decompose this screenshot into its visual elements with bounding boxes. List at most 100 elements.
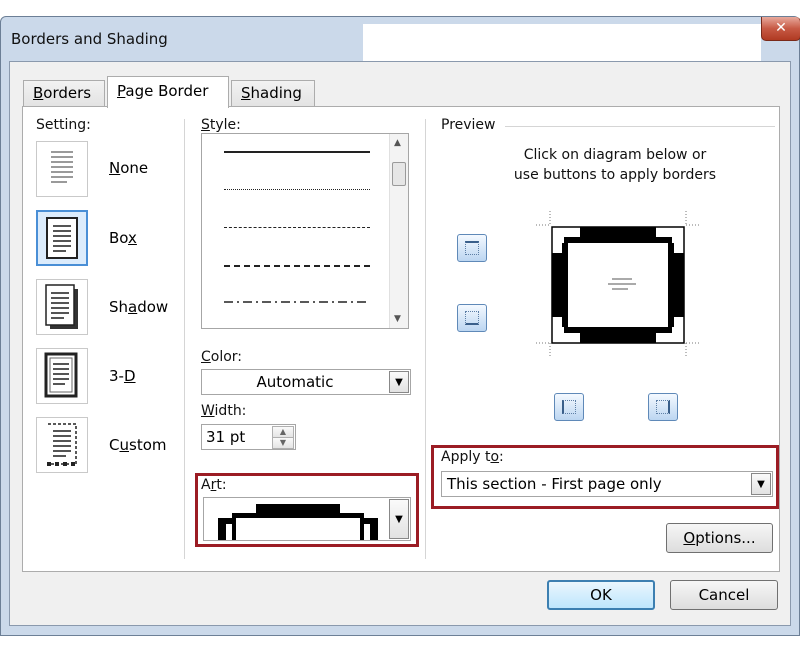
style-solid-line[interactable] — [224, 151, 370, 153]
setting-3d-label-pre: 3- — [109, 367, 124, 385]
page-custom-icon — [47, 423, 77, 466]
art-dropdown[interactable]: ▼ — [203, 497, 411, 541]
style-dash-line[interactable] — [224, 265, 370, 267]
right-border-icon — [656, 400, 670, 414]
setting-custom[interactable]: Custom — [109, 436, 167, 454]
setting-custom-label-pre: C — [109, 436, 120, 454]
preview-diagram[interactable] — [528, 207, 708, 367]
preview-label: Preview — [441, 117, 496, 133]
style-dotted-line[interactable] — [224, 189, 370, 190]
art-label-pre: A — [201, 477, 211, 493]
style-label-accesskey: S — [201, 117, 210, 133]
tab-borders-accesskey: B — [33, 84, 44, 102]
tab-page-border[interactable]: Page Border — [107, 76, 229, 108]
setting-shadow[interactable]: Shadow — [109, 298, 168, 316]
color-label-text: olor: — [210, 349, 243, 365]
apply-to-label: Apply to: — [441, 449, 504, 465]
borders-and-shading-dialog: Borders and Shading ✕ Borders Page Borde… — [0, 16, 800, 636]
setting-custom-icon[interactable] — [36, 417, 88, 473]
setting-box-accesskey: x — [128, 229, 137, 247]
style-label: Style: — [201, 117, 241, 133]
color-dropdown-arrow-icon[interactable]: ▼ — [389, 371, 409, 393]
setting-none[interactable]: None — [109, 159, 148, 177]
setting-box-label-pre: Bo — [109, 229, 129, 247]
dialog-title: Borders and Shading — [11, 30, 168, 48]
ok-button[interactable]: OK — [547, 580, 655, 610]
apply-to-label-post: : — [499, 449, 504, 465]
color-label: Color: — [201, 349, 242, 365]
color-value: Automatic — [256, 373, 334, 391]
tab-borders-label: orders — [43, 84, 92, 102]
setting-shadow-label-pre: Sh — [109, 298, 129, 316]
setting-3d-accesskey: D — [123, 367, 136, 385]
setting-3d-icon[interactable] — [36, 348, 88, 404]
apply-to-accesskey: o — [490, 449, 500, 465]
left-border-button[interactable] — [554, 393, 584, 421]
setting-shadow-icon[interactable] — [36, 279, 88, 335]
preview-divider — [425, 119, 426, 559]
tab-borders[interactable]: Borders — [23, 80, 105, 106]
top-border-icon — [465, 241, 479, 255]
apply-to-value: This section - First page only — [447, 475, 662, 493]
width-label-text: idth: — [214, 403, 247, 419]
page-3d-icon — [44, 352, 78, 398]
tab-shading[interactable]: Shading — [231, 80, 315, 106]
style-scrollbar[interactable]: ▲ ▼ — [389, 134, 408, 328]
setting-divider — [184, 119, 185, 559]
preview-instruction-line2: use buttons to apply borders — [513, 167, 717, 183]
tab-shading-label: hading — [250, 84, 302, 102]
preview-instruction-line1: Click on diagram below or — [523, 147, 707, 163]
style-small-dash-line[interactable] — [224, 227, 370, 228]
bottom-border-button[interactable] — [457, 304, 487, 332]
setting-none-accesskey: N — [109, 159, 121, 177]
style-dash-dot-line[interactable] — [224, 300, 374, 304]
art-label: Art: — [201, 477, 227, 493]
setting-shadow-label-post: dow — [137, 298, 169, 316]
cancel-button[interactable]: Cancel — [670, 580, 778, 610]
options-button[interactable]: Options... — [666, 523, 773, 553]
art-border-preview-icon — [218, 504, 378, 540]
setting-box-icon[interactable] — [36, 210, 88, 266]
title-bar: Borders and Shading ✕ — [1, 17, 800, 77]
style-listbox[interactable]: ▲ ▼ — [201, 133, 409, 329]
top-border-button[interactable] — [457, 234, 487, 262]
setting-none-icon[interactable] — [36, 141, 88, 197]
page-border-panel: Setting: None Box Shadow 3-D Custom Styl… — [22, 106, 780, 572]
color-label-accesskey: C — [201, 349, 211, 365]
apply-to-dropdown[interactable]: This section - First page only ▼ — [441, 471, 773, 497]
style-label-text: tyle: — [209, 117, 241, 133]
width-value: 31 pt — [206, 428, 246, 446]
apply-to-label-pre: Apply t — [441, 449, 491, 465]
scroll-up-icon[interactable]: ▲ — [394, 138, 401, 148]
setting-3d[interactable]: 3-D — [109, 367, 136, 385]
bottom-border-icon — [465, 311, 479, 325]
apply-to-dropdown-arrow-icon[interactable]: ▼ — [751, 473, 771, 495]
right-border-button[interactable] — [648, 393, 678, 421]
setting-none-label: one — [120, 159, 149, 177]
options-label: ptions... — [695, 529, 756, 547]
width-spinner[interactable]: 31 pt ▲ ▼ — [201, 424, 296, 450]
art-label-post: t: — [216, 477, 227, 493]
setting-box[interactable]: Box — [109, 229, 137, 247]
preview-group-line — [505, 126, 775, 127]
setting-custom-label-post: stom — [129, 436, 167, 454]
scroll-thumb[interactable] — [392, 162, 406, 186]
setting-shadow-accesskey: a — [128, 298, 138, 316]
page-none-icon — [51, 151, 73, 183]
width-label: Width: — [201, 403, 246, 419]
dialog-client-area: Borders Page Border Shading Setting: Non… — [9, 61, 791, 626]
width-label-accesskey: W — [201, 403, 215, 419]
close-button[interactable]: ✕ — [761, 17, 800, 41]
spin-down-icon[interactable]: ▼ — [272, 437, 294, 449]
preview-instructions: Click on diagram below or use buttons to… — [441, 145, 789, 185]
color-dropdown[interactable]: Automatic ▼ — [201, 369, 411, 395]
close-icon: ✕ — [775, 20, 787, 36]
cancel-label: Cancel — [698, 586, 750, 604]
page-shadow-icon — [45, 284, 78, 329]
tab-shading-accesskey: S — [241, 84, 251, 102]
art-dropdown-arrow-icon[interactable]: ▼ — [389, 499, 409, 539]
left-border-icon — [562, 400, 576, 414]
setting-label: Setting: — [36, 117, 91, 133]
ok-label: OK — [590, 586, 612, 604]
scroll-down-icon[interactable]: ▼ — [394, 314, 401, 324]
